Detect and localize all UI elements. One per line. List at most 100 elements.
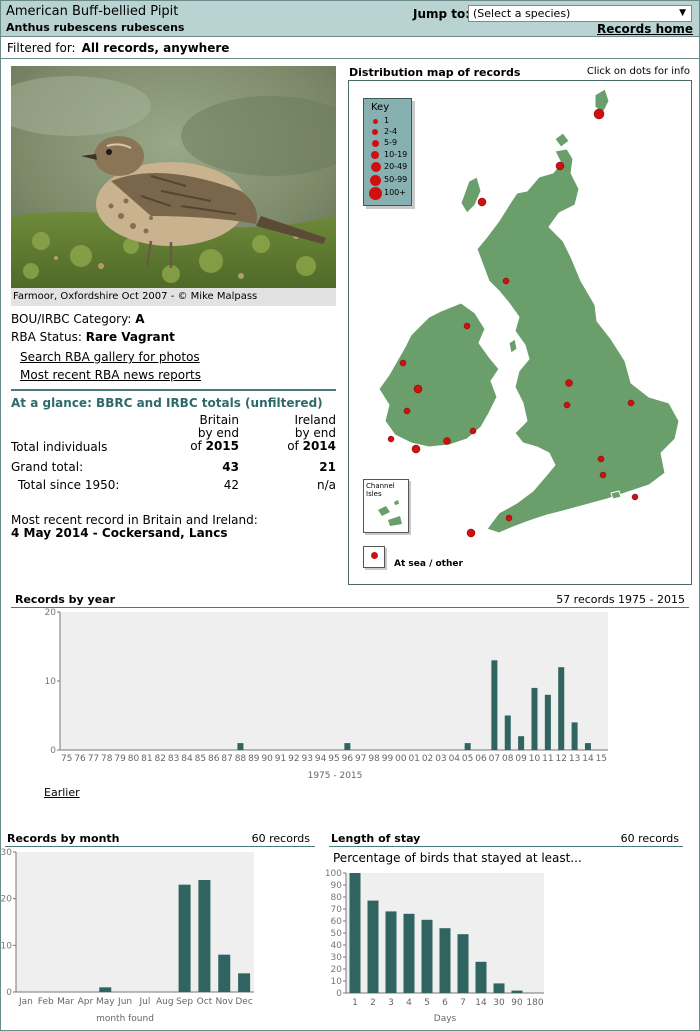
record-dot[interactable]	[555, 161, 565, 171]
glance-title: At a glance: BBRC and IRBC totals (unfil…	[11, 396, 323, 410]
rba-status: RBA Status: Rare Vagrant	[11, 330, 175, 344]
record-dot[interactable]	[413, 384, 423, 394]
record-dot[interactable]	[599, 471, 607, 479]
earlier-link[interactable]: Earlier	[44, 786, 80, 799]
record-dot[interactable]	[563, 401, 571, 409]
map-key: Key 1 2-4 5-9 10-19 20-49 50-99 100+	[363, 98, 412, 206]
filter-value: All records, anywhere	[81, 41, 230, 55]
channel-isles-inset[interactable]: Channel Isles	[363, 479, 409, 533]
record-dot[interactable]	[403, 407, 411, 415]
key-item: 1	[368, 116, 412, 127]
x-tick-label: 10	[529, 754, 541, 764]
x-tick-label: 180	[526, 998, 543, 1008]
x-tick-label: 90	[511, 998, 523, 1008]
stay-chart-title: Length of stay	[331, 832, 421, 845]
x-tick-label: 92	[288, 754, 299, 764]
key-item: 5-9	[368, 138, 412, 149]
map-key-title: Key	[371, 102, 390, 113]
x-tick-label: 14	[582, 754, 594, 764]
species-photo[interactable]	[11, 66, 336, 288]
glance-divider	[11, 389, 336, 391]
key-item: 20-49	[368, 162, 412, 173]
record-dot[interactable]	[631, 493, 639, 501]
bar	[439, 928, 451, 993]
species-select-value: (Select a species)	[473, 7, 571, 20]
record-dot[interactable]	[565, 379, 573, 387]
record-dot[interactable]	[477, 197, 487, 207]
record-dot[interactable]	[505, 514, 513, 522]
since-1950-ireland: n/a	[316, 478, 336, 492]
x-tick-label: 03	[435, 754, 446, 764]
x-tick-label: 3	[388, 998, 394, 1008]
bar	[99, 987, 112, 992]
x-tick-label: Aug	[156, 997, 174, 1007]
x-tick-label: Jan	[18, 997, 33, 1007]
x-tick-label: 78	[101, 754, 113, 764]
x-tick-label: 93	[302, 754, 313, 764]
bar	[493, 983, 505, 993]
x-tick-label: 1	[352, 998, 358, 1008]
record-dot[interactable]	[466, 528, 476, 538]
y-tick-label: 30	[1, 848, 13, 858]
bar	[421, 919, 433, 993]
record-dot[interactable]	[463, 322, 471, 330]
isle-of-man	[508, 338, 518, 354]
at-sea-box[interactable]	[363, 546, 385, 568]
x-tick-label: Mar	[57, 997, 74, 1007]
hebrides-islands	[460, 176, 482, 214]
at-sea-dot	[371, 552, 378, 559]
record-dot[interactable]	[443, 437, 451, 445]
great-britain-landmass	[476, 148, 680, 534]
x-tick-label: 95	[328, 754, 339, 764]
x-axis-title: month found	[96, 1014, 154, 1024]
x-tick-label: Feb	[38, 997, 54, 1007]
x-tick-label: 79	[114, 754, 126, 764]
record-dot[interactable]	[597, 455, 605, 463]
month-chart: 0 10 20 30 Jan Feb Mar Apr May Jun Jul Aug Sep Oct Nov…	[1, 848, 254, 1024]
y-tick-label: 80	[331, 893, 343, 903]
y-tick-label: 60	[331, 917, 343, 927]
x-tick-label: Jul	[138, 997, 150, 1007]
x-tick-label: 2	[370, 998, 376, 1008]
ireland-landmass	[378, 302, 500, 448]
x-tick-label: 30	[493, 998, 505, 1008]
bar	[571, 722, 578, 750]
records-home-link[interactable]: Records home	[597, 22, 693, 36]
x-tick-label: 4	[406, 998, 412, 1008]
record-dot[interactable]	[593, 108, 605, 120]
since-1950-label: Total since 1950:	[18, 478, 120, 492]
map-title: Distribution map of records	[349, 66, 521, 79]
record-dot[interactable]	[387, 435, 395, 443]
key-item: 100+	[368, 187, 412, 200]
x-tick-label: 91	[275, 754, 286, 764]
x-tick-label: Oct	[197, 997, 213, 1007]
year-chart: 0102075 76 77 78 79 80 81 82 83 84 85 86 87 88 89 90 91 9…	[45, 608, 608, 781]
record-dot[interactable]	[502, 277, 510, 285]
species-select[interactable]: (Select a species) ▼	[468, 5, 692, 22]
key-item: 10-19	[368, 150, 412, 161]
x-tick-label: 7	[460, 998, 466, 1008]
record-dot[interactable]	[627, 399, 635, 407]
x-tick-label: 94	[315, 754, 327, 764]
stay-chart: 01020304050607080901001 2 3 4 5 6 7 14 30 90 180Da…	[325, 869, 544, 1024]
y-tick-label: 0	[336, 989, 342, 999]
gallery-link[interactable]: Search RBA gallery for photos	[20, 350, 200, 364]
key-item: 50-99	[368, 175, 412, 186]
bar	[511, 990, 523, 993]
record-dot[interactable]	[469, 427, 477, 435]
x-axis-title: 1975 - 2015	[308, 771, 363, 781]
x-tick-label: 96	[342, 754, 354, 764]
bar	[464, 743, 471, 750]
y-tick-label: 20	[331, 965, 343, 975]
bou-category: BOU/IRBC Category: A	[11, 312, 145, 326]
bar	[385, 911, 397, 993]
photo-caption: Farmoor, Oxfordshire Oct 2007 - © Mike M…	[13, 291, 258, 302]
x-tick-label: Apr	[78, 997, 94, 1007]
bou-category-value: A	[135, 312, 145, 326]
record-dot[interactable]	[399, 359, 407, 367]
news-link[interactable]: Most recent RBA news reports	[20, 368, 201, 382]
bar	[504, 715, 511, 750]
record-dot[interactable]	[411, 444, 421, 454]
bar	[349, 873, 361, 993]
filter-bar: Filtered for: All records, anywhere	[1, 38, 699, 59]
